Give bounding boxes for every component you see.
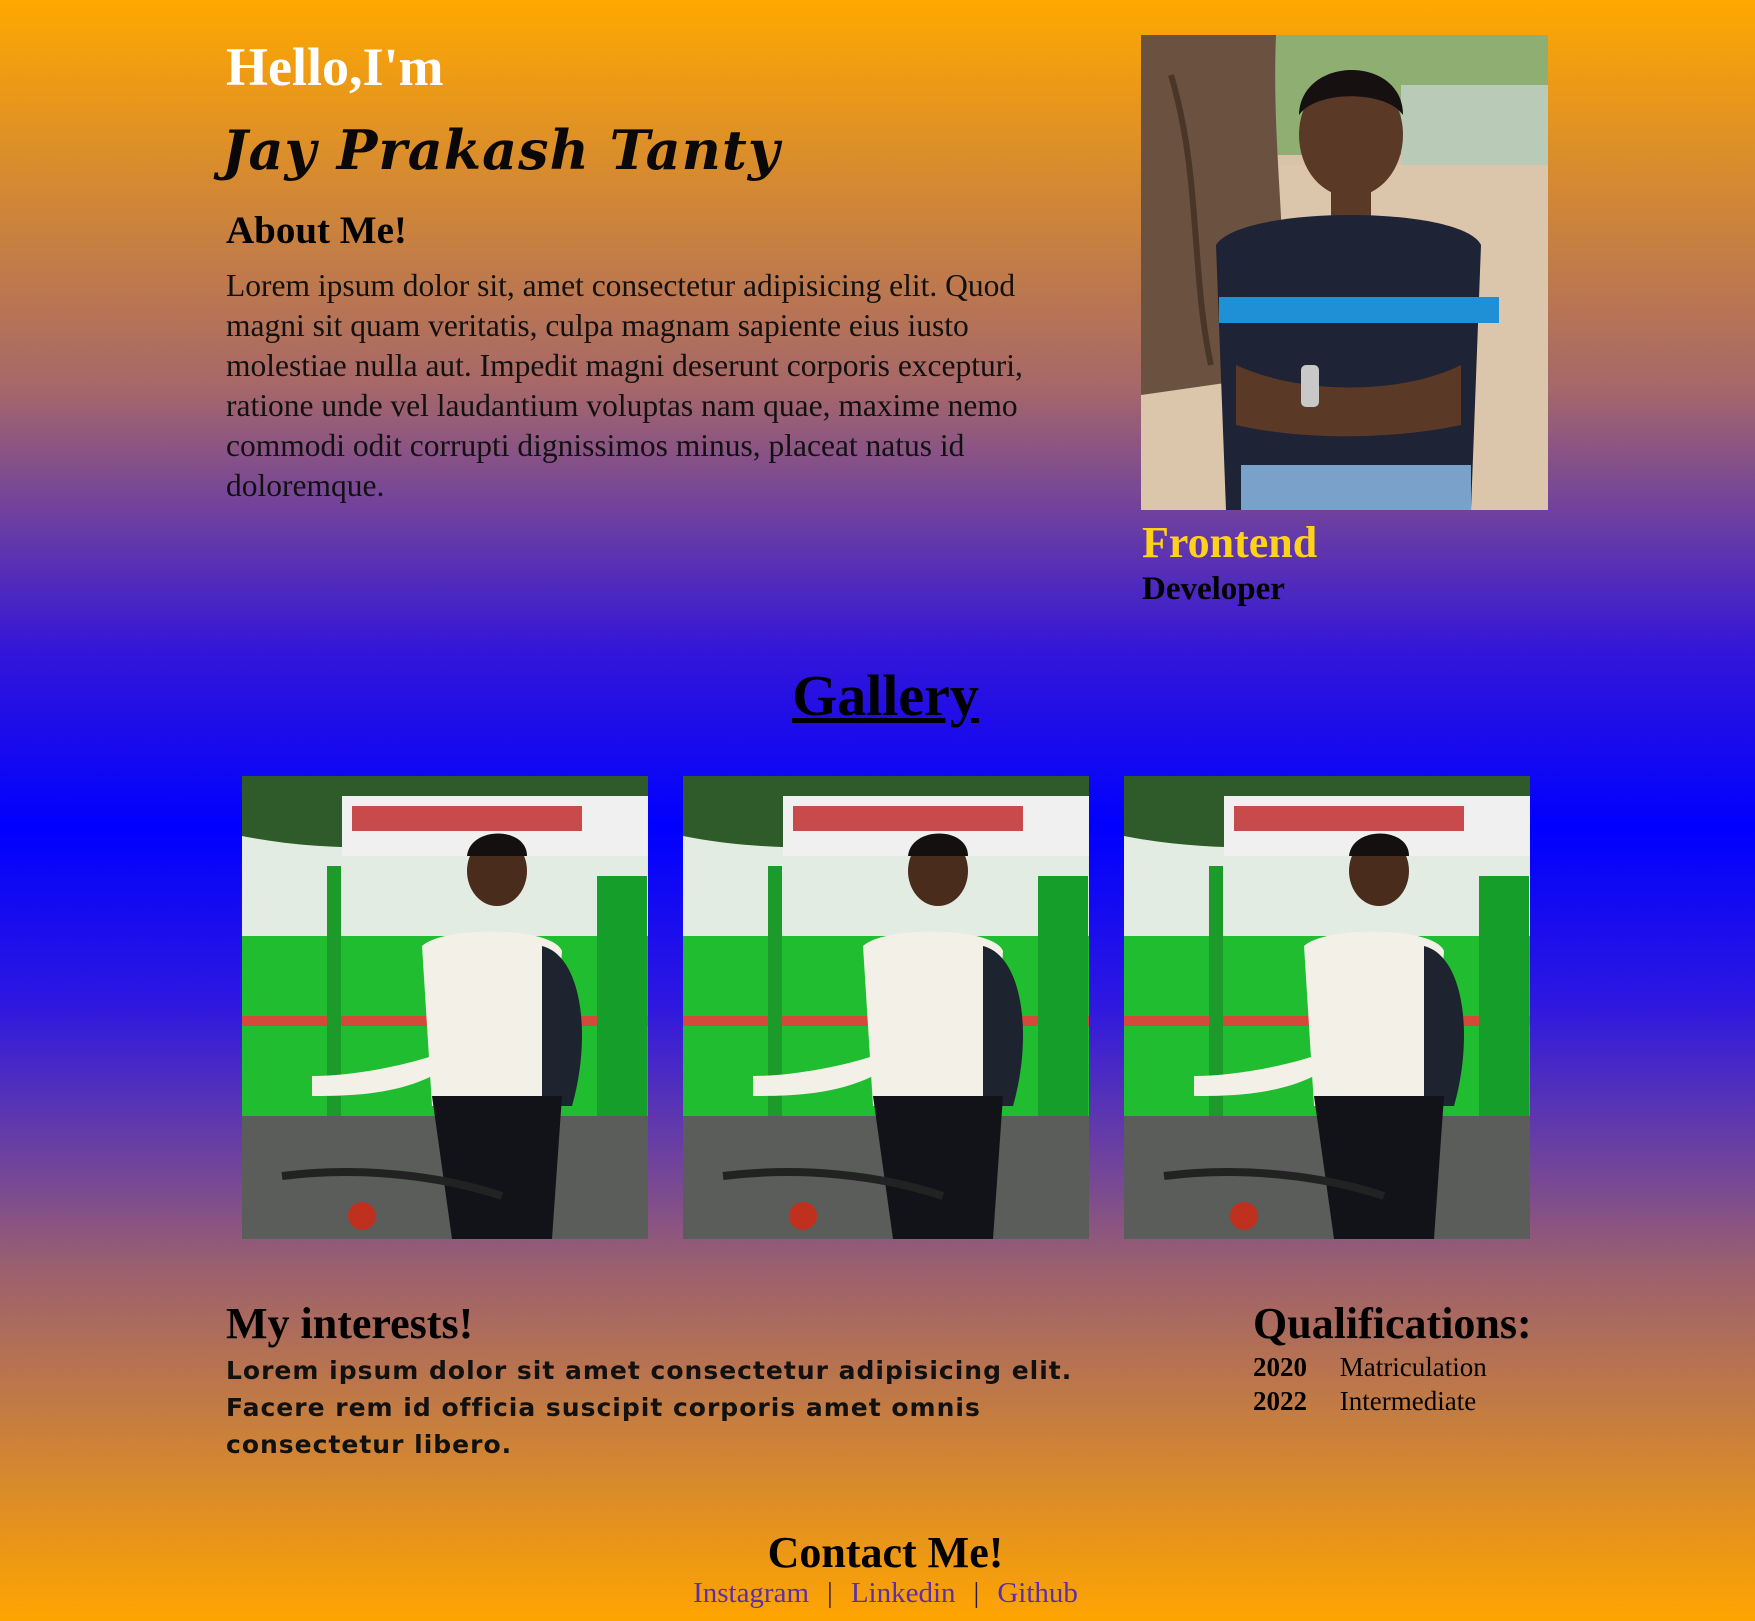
role-secondary: Developer (1142, 571, 1285, 607)
name-heading: Jay Prakash Tanty (222, 118, 781, 182)
qualification-label: Matriculation (1339, 1352, 1487, 1382)
qualification-item: 2020 Matriculation (1253, 1350, 1487, 1384)
qualification-item: 2022 Intermediate (1253, 1384, 1487, 1418)
greeting-heading: Hello,I'm (226, 37, 444, 97)
contact-links: Instagram | Linkedin | Github (0, 1575, 1755, 1611)
about-text: Lorem ipsum dolor sit, amet consectetur … (226, 268, 1023, 503)
instagram-link[interactable]: Instagram (693, 1577, 809, 1609)
qualifications-list: 2020 Matriculation 2022 Intermediate (1253, 1350, 1487, 1418)
qualification-label: Intermediate (1339, 1386, 1477, 1416)
about-title: About Me! (226, 209, 407, 252)
role-primary: Frontend (1142, 518, 1318, 567)
gallery-title: Gallery (792, 663, 979, 728)
gallery-image-1 (242, 776, 648, 1239)
profile-photo (1141, 35, 1548, 510)
qualification-year: 2022 (1253, 1386, 1307, 1416)
linkedin-link[interactable]: Linkedin (851, 1577, 956, 1609)
gallery-image-3 (1124, 776, 1530, 1239)
gallery-image-2 (683, 776, 1089, 1239)
qualifications-title: Qualifications: (1253, 1299, 1532, 1348)
qualification-year: 2020 (1253, 1352, 1307, 1382)
contact-title: Contact Me! (767, 1528, 1004, 1577)
interests-title: My interests! (226, 1299, 474, 1348)
github-link[interactable]: Github (997, 1577, 1078, 1609)
link-separator: | (827, 1577, 833, 1609)
interests-text: Lorem ipsum dolor sit amet consectetur a… (226, 1356, 1073, 1459)
link-separator: | (973, 1577, 980, 1609)
